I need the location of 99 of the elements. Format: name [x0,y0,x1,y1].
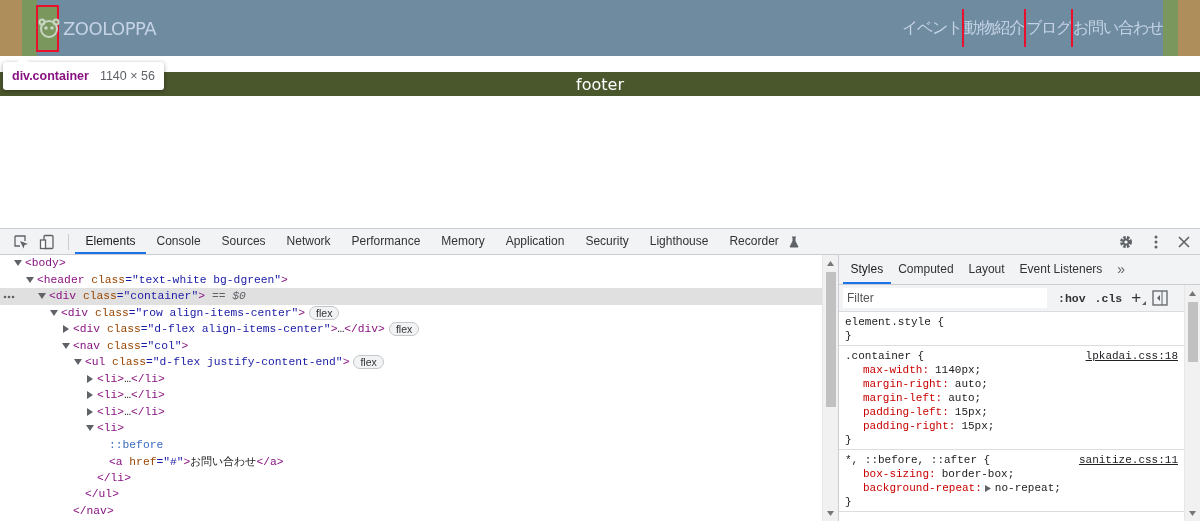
settings-icon[interactable] [1118,233,1134,250]
property-value[interactable]: auto; [954,378,988,390]
scroll-down-icon[interactable] [827,511,834,516]
sidebar-toggle-icon[interactable] [1152,290,1169,306]
property-name[interactable]: padding-right: [863,420,956,432]
html-node[interactable]: <li>…</li> [97,405,165,418]
closing-brace: } [845,330,852,342]
node-reference: == $0 [211,290,246,303]
scroll-up-icon[interactable] [827,261,834,266]
panel-tab[interactable]: Sources [211,229,277,254]
separator-highlight [1024,9,1026,47]
sidebar-tab[interactable]: Event Listeners [1012,255,1110,284]
property-value[interactable]: no-repeat; [994,482,1061,494]
flex-badge[interactable]: flex [388,322,420,337]
expanded-arrow-icon[interactable] [74,358,82,367]
closing-tag: </ul> [85,488,119,501]
html-node[interactable]: <a href="#">お問い合わせ</a> [109,453,284,469]
property-value[interactable]: 15px; [961,420,995,432]
property-name[interactable]: box-sizing: [863,468,936,480]
filter-field[interactable]: Filter [843,288,1047,308]
element-selector: div.container [12,69,89,83]
panel-tab[interactable]: Application [495,229,575,254]
source-link[interactable]: sanitize.css:11 [1078,454,1178,466]
panel-tab[interactable]: Recorder [718,229,790,254]
closing-tag: </nav> [73,504,114,517]
ellipsis-icon[interactable] [3,295,15,299]
expanded-arrow-icon[interactable] [38,292,46,301]
expanded-arrow-icon[interactable] [62,341,70,350]
collapsed-arrow-icon[interactable] [86,407,94,416]
expand-arrow-icon[interactable] [984,484,991,492]
property-value[interactable]: border-box; [941,468,1015,480]
html-node[interactable]: <li> [97,422,125,435]
property-name[interactable]: margin-left: [863,392,943,404]
expanded-arrow-icon[interactable] [86,424,94,433]
panda-icon [38,17,60,39]
property-name[interactable]: max-width: [863,364,929,376]
element-size: 1140 × 56 [99,69,155,83]
source-link[interactable]: lpkadai.css:18 [1085,350,1178,362]
new-rule-button[interactable]: + [1131,288,1142,308]
scrollbar[interactable] [822,255,838,521]
property-value[interactable]: 15px; [954,406,988,418]
property-name[interactable]: margin-right: [863,378,949,390]
collapsed-arrow-icon[interactable] [86,391,94,400]
footer-text: footer [576,74,624,94]
scrollbar[interactable] [1184,285,1200,521]
html-node[interactable]: <div class="container"> [49,290,205,303]
scroll-down-icon[interactable] [1189,511,1196,516]
corner-icon [1142,301,1147,305]
html-node[interactable]: <ul class="d-flex justify-content-end"> [85,356,350,369]
html-node[interactable]: <li>…</li> [97,372,165,385]
sidebar-tab[interactable]: Computed [890,255,962,284]
toggle-button[interactable]: :hov [1058,291,1086,305]
separator-highlight [962,9,964,47]
panel-tab[interactable]: Lighthouse [639,229,719,254]
property-value[interactable]: auto; [948,392,982,404]
expanded-arrow-icon[interactable] [50,308,58,317]
property-name[interactable]: padding-left: [863,406,949,418]
expanded-arrow-icon[interactable] [14,259,22,268]
more-icon[interactable] [1154,234,1158,249]
css-selector: element.style { [845,316,945,328]
html-node[interactable]: <div class="row align-items-center"> [61,306,306,319]
property-value[interactable]: 1140px; [935,364,982,376]
margin-overlay [1178,0,1200,56]
margin-overlay [0,0,22,56]
toggle-button[interactable]: .cls [1094,291,1123,305]
padding-overlay [1163,0,1178,56]
css-selector: .container { [845,350,925,362]
collapsed-arrow-icon[interactable] [62,325,70,334]
separator-highlight [1071,9,1073,47]
panel-tab[interactable]: Network [276,229,342,254]
html-node[interactable]: <body> [25,257,66,270]
html-node[interactable]: <nav class="col"> [73,339,189,352]
flex-badge[interactable]: flex [353,355,384,370]
expanded-arrow-icon[interactable] [26,275,34,284]
html-node[interactable]: <li>…</li> [97,389,165,402]
scroll-up-icon[interactable] [1189,291,1196,296]
css-selector: *, ::before, ::after { [845,454,991,466]
inspect-icon[interactable] [13,233,29,250]
scroll-thumb[interactable] [825,272,836,407]
sidebar-tab[interactable]: Layout [961,255,1013,284]
property-name[interactable]: background-repeat: [863,482,982,494]
closing-tag: </li> [97,471,131,484]
scroll-thumb[interactable] [1187,302,1198,362]
pseudo-element[interactable]: ::before [109,438,164,451]
html-node[interactable]: <div class="d-flex align-items-center">…</div> [73,323,385,336]
device-icon[interactable] [39,233,55,250]
panel-tab[interactable]: Performance [341,229,431,254]
closing-brace: } [845,496,852,508]
html-node[interactable]: <header class="text-white bg-dgreen"> [37,273,288,286]
panel-tab[interactable]: Memory [430,229,496,254]
panel-tab[interactable]: Elements [75,229,147,254]
closing-brace: } [845,434,852,446]
close-icon[interactable] [1178,235,1190,248]
panel-tab[interactable]: Security [574,229,640,254]
more-tabs-button[interactable]: » [1109,255,1133,284]
panel-tab[interactable]: Console [146,229,212,254]
flex-badge[interactable]: flex [309,305,340,320]
collapsed-arrow-icon[interactable] [86,374,94,383]
flask-icon [789,235,800,248]
